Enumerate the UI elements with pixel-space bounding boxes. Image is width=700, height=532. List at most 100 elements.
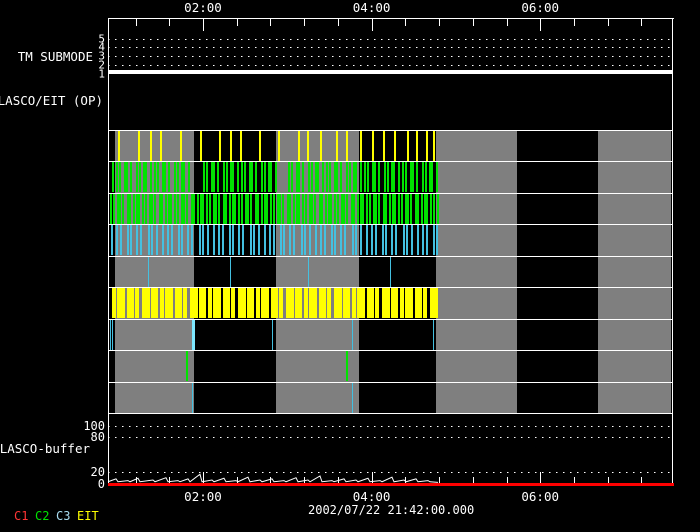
event-tick [207, 225, 209, 256]
event-tick [206, 162, 208, 193]
event-tick [169, 288, 173, 319]
event-tick [385, 193, 387, 224]
event-tick [168, 162, 170, 193]
event-tick [386, 288, 390, 319]
row-separator [108, 350, 673, 352]
event-tick [217, 162, 219, 193]
event-tick [270, 162, 272, 193]
event-tick [325, 193, 327, 224]
event-tick [130, 225, 132, 256]
event-tick [264, 225, 266, 256]
event-tick [382, 225, 384, 256]
event-tick [293, 193, 295, 224]
event-tick [288, 162, 290, 193]
event-tick [278, 131, 280, 162]
event-tick [290, 288, 294, 319]
event-tick [411, 225, 413, 256]
event-tick [431, 162, 433, 193]
event-tick [304, 225, 306, 256]
event-tick [346, 351, 348, 382]
event-tick [279, 288, 283, 319]
event-tick [138, 131, 140, 162]
event-tick [340, 162, 342, 193]
event-tick [111, 225, 113, 256]
event-tick [162, 225, 164, 256]
event-tick [291, 162, 293, 193]
event-tick [326, 162, 328, 193]
event-tick [186, 193, 188, 224]
event-tick [126, 162, 128, 193]
event-tick [160, 288, 164, 319]
event-tick [425, 162, 427, 193]
event-tick [394, 131, 396, 162]
event-tick [161, 193, 163, 224]
time-axis-tick-major [371, 19, 373, 31]
contact-band [598, 130, 671, 413]
event-tick [390, 256, 391, 287]
event-tick [337, 193, 339, 224]
event-tick [150, 131, 152, 162]
buffer-ytick-label: 0 [97, 476, 105, 491]
event-tick [202, 225, 204, 256]
event-tick [183, 288, 187, 319]
event-tick [274, 288, 278, 319]
time-label-top: 02:00 [184, 0, 222, 15]
time-axis-tick [135, 19, 137, 26]
event-tick [244, 162, 246, 193]
event-tick [352, 288, 356, 319]
event-tick [398, 162, 400, 193]
event-tick [384, 162, 386, 193]
event-tick [218, 225, 220, 256]
event-tick [375, 225, 377, 256]
event-tick [433, 131, 435, 162]
event-tick [156, 225, 158, 256]
event-tick [229, 225, 231, 256]
event-tick [314, 193, 316, 224]
event-tick [229, 193, 231, 224]
event-tick [330, 193, 332, 224]
event-tick [387, 162, 389, 193]
event-tick [389, 193, 391, 224]
time-label-top: 04:00 [352, 0, 391, 15]
event-tick [164, 162, 166, 193]
time-label-bottom: 06:00 [521, 488, 560, 504]
event-tick [307, 131, 309, 162]
contact-band [436, 130, 517, 413]
event-tick [416, 162, 418, 193]
event-tick [264, 162, 266, 193]
time-axis-tick [506, 19, 508, 26]
event-tick [400, 288, 404, 319]
plot-top-border [108, 18, 674, 19]
event-tick [331, 225, 333, 256]
event-tick [165, 193, 167, 224]
event-tick [187, 225, 189, 256]
event-tick [130, 162, 132, 193]
event-tick [202, 193, 204, 224]
event-tick [405, 162, 407, 193]
time-axis-tick [472, 19, 474, 26]
event-tick [177, 162, 179, 193]
submode-gridline [108, 64, 673, 66]
event-tick [151, 193, 153, 224]
event-tick [366, 225, 368, 256]
event-tick [426, 131, 428, 162]
event-tick [174, 162, 176, 193]
event-tick [253, 225, 255, 256]
event-tick [242, 288, 246, 319]
event-tick [266, 193, 268, 224]
event-tick [261, 193, 263, 224]
event-tick [199, 225, 201, 256]
legend-item-c2: C2 [35, 509, 50, 523]
event-tick [383, 131, 385, 162]
event-tick [174, 193, 176, 224]
event-tick [282, 193, 284, 224]
event-tick [160, 131, 162, 162]
event-tick [121, 288, 125, 319]
event-tick [113, 193, 115, 224]
event-tick [110, 319, 111, 350]
event-tick [423, 288, 427, 319]
event-tick [298, 162, 300, 193]
submode-gridline [108, 38, 673, 40]
event-tick [238, 225, 240, 256]
event-tick [346, 193, 348, 224]
